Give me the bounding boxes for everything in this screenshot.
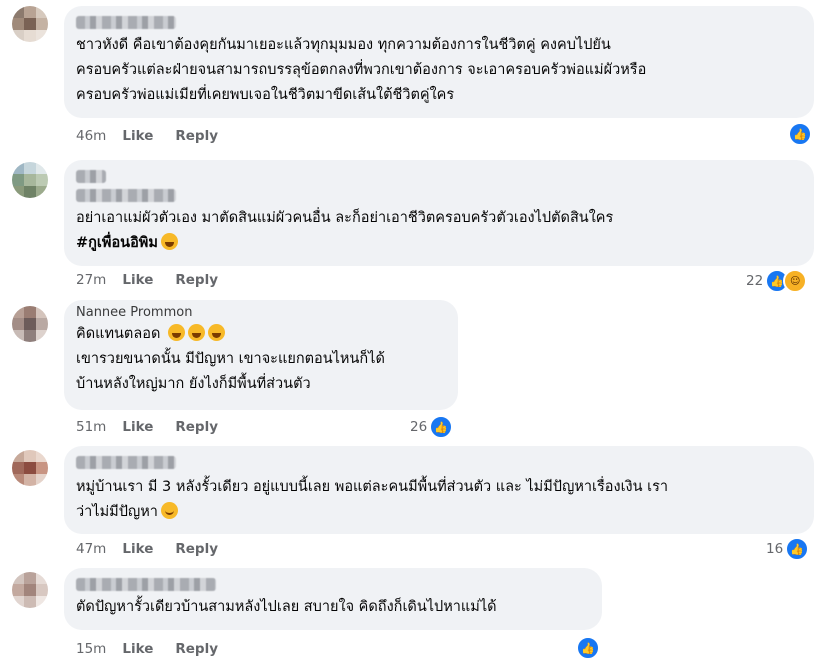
reaction-summary[interactable]: 👍	[788, 122, 812, 146]
author-name[interactable]: Nannee Prommon	[76, 306, 446, 316]
author-name[interactable]	[76, 456, 176, 469]
comment-actions: 47m Like Reply	[76, 541, 240, 557]
avatar[interactable]	[12, 162, 48, 198]
timestamp[interactable]: 47m	[76, 541, 106, 557]
reaction-count: 22	[746, 273, 764, 289]
like-reaction-icon: 👍	[429, 415, 454, 439]
reply-button[interactable]: Reply	[175, 541, 218, 557]
comment-text: บ้านหลังใหญ่มาก ยังไงก็มีพื้นที่ส่วนตัว	[76, 376, 311, 392]
reply-button[interactable]: Reply	[175, 641, 218, 657]
reaction-count: 26	[410, 419, 428, 435]
avatar[interactable]	[12, 450, 48, 486]
reaction-summary[interactable]: 16 👍	[766, 537, 810, 561]
reply-button[interactable]: Reply	[175, 419, 218, 435]
haha-reaction-icon: ☺	[783, 269, 808, 293]
timestamp[interactable]: 46m	[76, 128, 106, 144]
timestamp[interactable]: 27m	[76, 272, 106, 288]
reaction-count: 16	[766, 541, 784, 557]
reaction-summary[interactable]: 22 👍 ☺	[746, 269, 808, 293]
like-reaction-icon: 👍	[788, 122, 812, 146]
laughing-emoji-icon	[187, 324, 205, 341]
comment-text: คิดแทนตลอด	[76, 326, 161, 342]
author-name-blur	[76, 189, 176, 202]
comment-actions: 15m Like Reply	[76, 641, 240, 657]
reaction-summary[interactable]: 👍	[576, 636, 600, 660]
comment-text: ตัดปัญหารั้วเดียวบ้านสามหลังไปเลย สบายใจ…	[76, 599, 497, 615]
hashtag-link[interactable]: #กูเพื่อนอิพิม	[76, 235, 158, 251]
comment-actions: 46m Like Reply	[76, 128, 240, 144]
like-button[interactable]: Like	[122, 128, 153, 144]
reaction-summary[interactable]: 26 👍	[410, 415, 454, 439]
comment-bubble: Nannee Prommon คิดแทนตลอด เขารวยขนาดนั้น…	[64, 300, 458, 410]
laughing-emoji-icon	[167, 324, 185, 341]
author-name[interactable]	[76, 578, 216, 591]
comment-bubble: หมู่บ้านเรา มี 3 หลังรั้วเดียว อยู่แบบนี…	[64, 446, 814, 534]
reply-button[interactable]: Reply	[175, 272, 218, 288]
like-reaction-icon: 👍	[576, 636, 600, 660]
author-name[interactable]	[76, 170, 106, 183]
comment-text: เขารวยขนาดนั้น มีปัญหา เขาจะแยกตอนไหนก็ไ…	[76, 351, 385, 367]
avatar[interactable]	[12, 572, 48, 608]
like-button[interactable]: Like	[122, 272, 153, 288]
comment-text: อย่าเอาแม่ผัวตัวเอง มาตัดสินแม่ผัวคนอื่น…	[76, 210, 614, 226]
comment-text: ครอบครัวพ่อแม่เมียที่เคยพบเจอในชีวิตมาขี…	[76, 87, 455, 103]
comment-bubble: ตัดปัญหารั้วเดียวบ้านสามหลังไปเลย สบายใจ…	[64, 568, 602, 630]
comment-bubble: ชาวหังดี คือเขาต้องคุยกันมาเยอะแล้วทุกมุ…	[64, 6, 814, 118]
avatar[interactable]	[12, 306, 48, 342]
smiling-emoji-icon	[160, 502, 178, 519]
comment-bubble: อย่าเอาแม่ผัวตัวเอง มาตัดสินแม่ผัวคนอื่น…	[64, 160, 814, 266]
like-button[interactable]: Like	[122, 419, 153, 435]
like-button[interactable]: Like	[122, 541, 153, 557]
avatar[interactable]	[12, 6, 48, 42]
like-reaction-icon: 👍	[785, 537, 810, 561]
author-name[interactable]	[76, 16, 176, 29]
reply-button[interactable]: Reply	[175, 128, 218, 144]
laughing-emoji-icon	[207, 324, 225, 341]
comment-text: ชาวหังดี คือเขาต้องคุยกันมาเยอะแล้วทุกมุ…	[76, 37, 611, 53]
timestamp[interactable]: 51m	[76, 419, 106, 435]
laughing-emoji-icon	[160, 233, 178, 250]
like-button[interactable]: Like	[122, 641, 153, 657]
comment-text: ครอบครัวแต่ละฝ่ายจนสามารถบรรลุข้อตกลงที่…	[76, 62, 647, 78]
comment-text: ว่าไม่มีปัญหา	[76, 504, 158, 520]
comment-text: หมู่บ้านเรา มี 3 หลังรั้วเดียว อยู่แบบนี…	[76, 479, 669, 495]
timestamp[interactable]: 15m	[76, 641, 106, 657]
comment-actions: 51m Like Reply	[76, 419, 240, 435]
comment-actions: 27m Like Reply	[76, 272, 240, 288]
